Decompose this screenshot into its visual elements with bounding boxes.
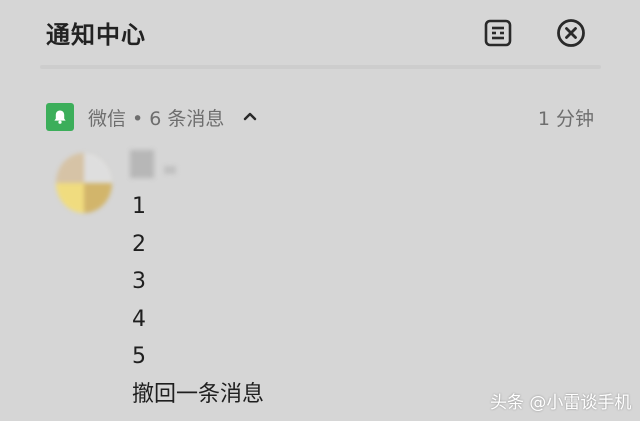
close-circle-icon [557,19,585,47]
wechat-app-icon [46,103,74,131]
message-line: 4 [132,306,146,332]
group-title: 微信 • 6 条消息 [88,108,225,130]
page-title: 通知中心 [46,21,146,49]
message-line: 1 [132,194,146,219]
sender-name-redacted [124,150,182,180]
notification-settings-button[interactable] [483,18,513,48]
message-line: 撤回一条消息 [132,381,265,407]
message-line: 2 [132,231,146,257]
group-timestamp: 1 分钟 [537,108,594,130]
notification-group-header[interactable]: 微信 • 6 条消息 1 分钟 [0,100,640,134]
avatar [56,153,112,213]
collapse-button[interactable] [240,106,260,126]
chevron-up-icon [243,112,257,121]
bell-icon [54,110,66,124]
message-line: 3 [132,269,146,294]
message-list[interactable]: 1 2 3 4 5 撤回一条消息 [132,188,264,413]
notification-settings-icon [484,19,512,47]
message-line: 5 [132,344,146,369]
divider [40,65,601,69]
header: 通知中心 [0,0,640,64]
watermark: 头条 @小雷谈手机 [490,393,632,413]
clear-all-button[interactable] [556,18,586,48]
